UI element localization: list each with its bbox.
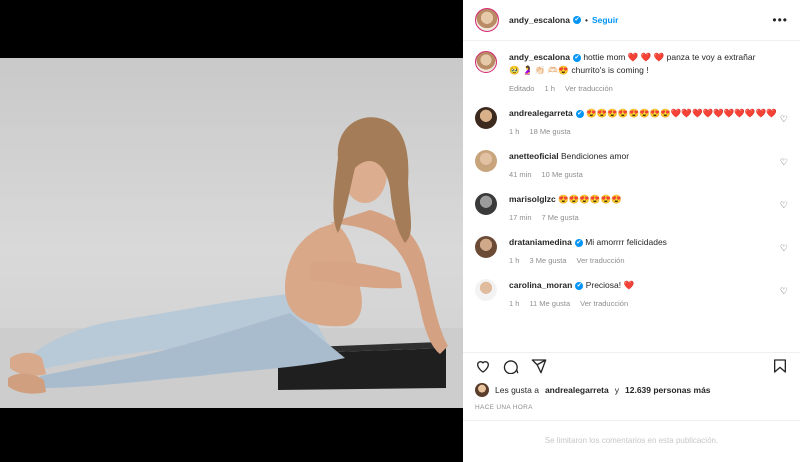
comment-text: 😍😍😍😍😍😍 <box>558 194 622 204</box>
commenter-avatar[interactable] <box>475 193 497 215</box>
caption-meta: Editado 1 h Ver traducción <box>509 82 779 95</box>
commenter-username[interactable]: drataniamedina <box>509 237 572 247</box>
likes-user[interactable]: andrealegarreta <box>545 385 609 395</box>
comment-text: Mi amorrrr felicidades <box>585 237 667 247</box>
caption-emojis: 🥹 🤰 👏🏻 🫶🏻😍 <box>509 65 570 75</box>
follow-button[interactable]: Seguir <box>592 15 618 25</box>
post-media <box>0 0 463 462</box>
comment-time[interactable]: 41 min <box>509 168 532 181</box>
commenter-username[interactable]: marisolglzc <box>509 194 556 204</box>
commenter-username[interactable]: anetteoficial <box>509 151 559 161</box>
comment-item: andrealegarreta ✔ 😍😍😍😍😍😍😍😍❤️❤️❤️❤️❤️❤️❤️❤… <box>463 107 800 138</box>
like-comment-heart-icon[interactable]: ♡ <box>780 200 788 211</box>
caption-text-3: churrito's is coming ! <box>571 65 649 75</box>
verified-badge-icon: ✔ <box>574 238 583 247</box>
caption-edited: Editado <box>509 84 535 93</box>
author-avatar[interactable] <box>475 8 499 32</box>
comment-time[interactable]: 17 min <box>509 211 532 224</box>
separator-dot: • <box>584 15 588 25</box>
liker-avatar[interactable] <box>475 383 489 397</box>
caption-hearts: ❤️ ❤️ ❤️ <box>627 52 665 62</box>
comment-translate-link[interactable]: Ver traducción <box>580 297 628 310</box>
comment-item: carolina_moran ✔ Preciosa! ❤️ 1 h 11 Me g… <box>463 279 800 310</box>
like-comment-heart-icon[interactable]: ♡ <box>780 157 788 168</box>
likes-middle: y <box>614 385 619 395</box>
commenter-avatar[interactable] <box>475 279 497 301</box>
caption-time[interactable]: 1 h <box>544 82 554 95</box>
like-comment-heart-icon[interactable]: ♡ <box>780 286 788 297</box>
comment-text: 😍😍😍😍😍😍😍😍❤️❤️❤️❤️❤️❤️❤️❤️❤️❤️ <box>586 108 777 118</box>
post-photo[interactable] <box>0 58 463 408</box>
bookmark-icon[interactable] <box>772 358 788 374</box>
photo-illustration <box>0 117 463 408</box>
share-icon[interactable] <box>531 358 547 374</box>
comment-item: marisolglzc 😍😍😍😍😍😍 17 min 7 Me gusta ♡ <box>463 193 800 224</box>
post-timestamp[interactable]: HACE UNA HORA <box>475 404 533 411</box>
commenter-username[interactable]: carolina_moran <box>509 280 572 290</box>
commenter-avatar[interactable] <box>475 236 497 258</box>
comment-time[interactable]: 1 h <box>509 125 519 138</box>
comment-likes[interactable]: 11 Me gusta <box>529 297 570 310</box>
author-username[interactable]: andy_escalona <box>509 15 570 25</box>
comment-time[interactable]: 1 h <box>509 254 519 267</box>
comment-icon[interactable] <box>503 358 519 374</box>
comment-text: Bendiciones amor <box>560 151 630 161</box>
post-header: andy_escalona ✔ • Seguir ••• <box>463 0 800 41</box>
verified-badge-icon: ✔ <box>575 109 584 118</box>
comments-list[interactable]: andy_escalona ✔ hottie mom ❤️ ❤️ ❤️ panza… <box>463 41 800 348</box>
commenter-username[interactable]: andrealegarreta <box>509 108 573 118</box>
caption-text-2: panza te voy a extrañar <box>666 52 756 62</box>
like-comment-heart-icon[interactable]: ♡ <box>780 243 788 254</box>
like-comment-heart-icon[interactable]: ♡ <box>780 114 788 125</box>
instagram-post-modal: andy_escalona ✔ • Seguir ••• andy_escalo… <box>0 0 800 462</box>
comment-item: drataniamedina ✔ Mi amorrrr felicidades 1… <box>463 236 800 267</box>
comments-limited-notice: Se limitaron los comentarios en esta pub… <box>463 420 800 462</box>
caption-avatar[interactable] <box>475 51 497 73</box>
verified-badge-icon: ✔ <box>572 53 581 62</box>
comment-item: anetteoficial Bendiciones amor 41 min 10… <box>463 150 800 181</box>
caption-username[interactable]: andy_escalona <box>509 52 570 62</box>
likes-summary: Les gusta a andrealegarreta y 12.639 per… <box>475 383 711 397</box>
caption-translate-link[interactable]: Ver traducción <box>565 82 613 95</box>
heart-icon[interactable] <box>475 358 491 374</box>
more-options-icon[interactable]: ••• <box>772 13 788 27</box>
likes-count[interactable]: 12.639 personas más <box>625 385 711 395</box>
comment-likes[interactable]: 7 Me gusta <box>542 211 579 224</box>
commenter-avatar[interactable] <box>475 150 497 172</box>
comment-likes[interactable]: 10 Me gusta <box>542 168 583 181</box>
post-actions-bar <box>463 352 800 374</box>
post-side-panel: andy_escalona ✔ • Seguir ••• andy_escalo… <box>463 0 800 462</box>
likes-prefix: Les gusta a <box>495 385 539 395</box>
comment-translate-link[interactable]: Ver traducción <box>577 254 625 267</box>
verified-badge-icon: ✔ <box>575 281 584 290</box>
comment-likes[interactable]: 3 Me gusta <box>529 254 566 267</box>
caption: andy_escalona ✔ hottie mom ❤️ ❤️ ❤️ panza… <box>463 51 800 95</box>
comment-text: Preciosa! ❤️ <box>585 280 635 290</box>
verified-badge-icon: ✔ <box>572 16 581 24</box>
comment-likes[interactable]: 18 Me gusta <box>529 125 570 138</box>
commenter-avatar[interactable] <box>475 107 497 129</box>
comment-time[interactable]: 1 h <box>509 297 519 310</box>
caption-text-1: hottie mom <box>583 52 626 62</box>
